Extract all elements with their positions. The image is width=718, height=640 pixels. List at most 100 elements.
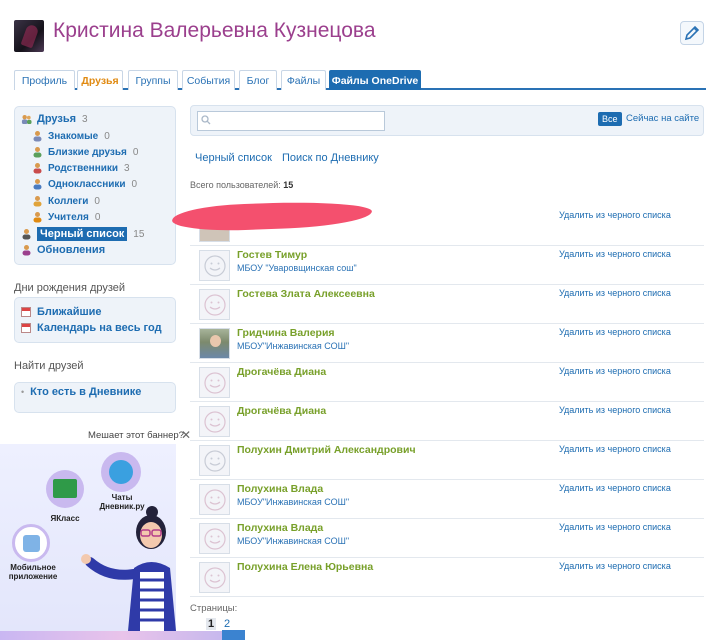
nav-colleagues[interactable]: Коллеги 0 (32, 195, 100, 207)
person-icon (22, 245, 31, 256)
search-bar: Все Сейчас на сайте (190, 105, 704, 136)
remove-from-blacklist-link[interactable]: Удалить из черного списка (559, 405, 671, 415)
remove-from-blacklist-link[interactable]: Удалить из черного списка (559, 522, 671, 532)
user-school[interactable]: МБОУ"Инжавинская СОШ" (237, 536, 349, 546)
user-avatar[interactable] (199, 289, 230, 320)
nav-friends[interactable]: Друзья 3 (21, 113, 88, 125)
table-row: Гостева Злата Алексеевна Удалить из черн… (190, 285, 704, 324)
table-row: Дрогачёва Диана Удалить из черного списк… (190, 402, 704, 441)
remove-from-blacklist-link[interactable]: Удалить из черного списка (559, 561, 671, 571)
default-avatar-icon (204, 255, 226, 277)
nav-label: Родственники (48, 162, 119, 174)
nav-updates[interactable]: Обновления (21, 244, 105, 256)
nav-label: Знакомые (48, 130, 99, 142)
birthdays-calendar[interactable]: Календарь на весь год (21, 322, 162, 334)
table-row: Полухин Дмитрий Александрович Удалить из… (190, 441, 704, 480)
table-row: Гридчина Валерия МБОУ"Инжавинская СОШ" У… (190, 324, 704, 363)
tab-groups[interactable]: Группы (128, 70, 178, 90)
default-avatar-icon (204, 411, 226, 433)
ad-banner[interactable]: ЯКласс Чаты Дневник.ру Мобильное приложе… (0, 444, 176, 631)
user-avatar[interactable] (199, 445, 230, 476)
tab-files[interactable]: Файлы (281, 70, 326, 90)
total-users: Всего пользователей: 15 (190, 180, 293, 190)
nav-acquaintances[interactable]: Знакомые 0 (32, 130, 110, 142)
remove-from-blacklist-link[interactable]: Удалить из черного списка (559, 288, 671, 298)
nav-label: Черный список (37, 227, 128, 241)
user-avatar[interactable] (199, 406, 230, 437)
default-avatar-icon (204, 567, 226, 589)
nav-label: Учителя (48, 211, 89, 223)
nav-count: 0 (132, 146, 139, 158)
profile-avatar[interactable] (14, 20, 44, 52)
tab-friends[interactable]: Друзья (77, 70, 123, 90)
mobile-app-icon[interactable] (12, 524, 50, 562)
page-1[interactable]: 1 (206, 618, 217, 630)
calendar-icon (21, 323, 31, 333)
user-name[interactable]: Дрогачёва Диана (237, 405, 326, 417)
profile-tabs: Профиль Друзья Группы События Блог Файлы… (14, 70, 706, 90)
tab-profile[interactable]: Профиль (14, 70, 75, 90)
nav-count: 0 (94, 195, 100, 207)
filter-online-link[interactable]: Сейчас на сайте (626, 113, 699, 124)
user-school[interactable]: МБОУ"Инжавинская СОШ" (237, 497, 349, 507)
user-avatar[interactable] (199, 328, 230, 359)
pencil-icon (684, 25, 700, 41)
user-name[interactable]: Полухина Елена Юрьевна (237, 561, 373, 573)
bottom-banner-strip (0, 631, 245, 640)
phone-icon (23, 535, 40, 552)
user-name[interactable]: Полухина Влада (237, 483, 323, 495)
remove-from-blacklist-link[interactable]: Удалить из черного списка (559, 210, 671, 220)
table-row: Гостев Тимур МБОУ "Уваровщинская сош" Уд… (190, 246, 704, 285)
birthdays-upcoming[interactable]: Ближайшие (21, 306, 102, 318)
find-friends-link[interactable]: • Кто есть в Дневнике (21, 386, 141, 398)
remove-from-blacklist-link[interactable]: Удалить из черного списка (559, 366, 671, 376)
user-name[interactable]: Гостева Злата Алексеевна (237, 288, 375, 300)
nav-label: Обновления (37, 244, 106, 256)
nav-count: 0 (131, 178, 138, 190)
user-name[interactable]: Гостев Тимур (237, 249, 307, 261)
user-avatar[interactable] (199, 367, 230, 398)
subtab-blacklist[interactable]: Черный список (195, 152, 272, 164)
pagination-label: Страницы: (190, 603, 238, 614)
remove-from-blacklist-link[interactable]: Удалить из черного списка (559, 483, 671, 493)
person-icon (33, 212, 42, 223)
nav-count: 15 (133, 228, 145, 240)
tab-events[interactable]: События (182, 70, 235, 90)
filter-all-button[interactable]: Все (598, 112, 622, 126)
edit-button[interactable] (680, 21, 704, 45)
total-value: 15 (283, 180, 294, 190)
nav-teachers[interactable]: Учителя 0 (32, 211, 100, 223)
user-avatar[interactable] (199, 250, 230, 281)
remove-from-blacklist-link[interactable]: Удалить из черного списка (559, 249, 671, 259)
user-name[interactable]: Гридчина Валерия (237, 327, 335, 339)
nav-classmates[interactable]: Одноклассники 0 (32, 178, 137, 190)
user-school[interactable]: МБОУ "Уваровщинская сош" (237, 263, 357, 273)
nav-count: 3 (124, 162, 130, 174)
search-input[interactable] (197, 111, 385, 131)
banner-question[interactable]: Мешает этот баннер? (88, 430, 184, 441)
user-name[interactable]: Дрогачёва Диана (237, 366, 326, 378)
nav-label: Близкие друзья (48, 146, 127, 158)
page-2[interactable]: 2 (224, 618, 230, 630)
nav-label: Коллеги (48, 195, 89, 207)
nav-blacklist[interactable]: Черный список 15 (21, 227, 144, 241)
user-school[interactable]: МБОУ"Инжавинская СОШ" (237, 341, 349, 351)
user-name[interactable]: Полухин Дмитрий Александрович (237, 444, 416, 456)
remove-from-blacklist-link[interactable]: Удалить из черного списка (559, 327, 671, 337)
table-row: Полухина Влада МБОУ"Инжавинская СОШ" Уда… (190, 519, 704, 558)
tab-onedrive[interactable]: Файлы OneDrive (329, 70, 421, 90)
nav-count: 0 (94, 211, 101, 223)
user-avatar[interactable] (199, 484, 230, 515)
tab-blog[interactable]: Блог (239, 70, 277, 90)
subtab-search-diary[interactable]: Поиск по Дневнику (282, 152, 379, 164)
person-icon (33, 179, 42, 190)
user-avatar[interactable] (199, 523, 230, 554)
birthdays-title: Дни рождения друзей (14, 282, 126, 294)
nav-close-friends[interactable]: Близкие друзья 0 (32, 146, 138, 158)
nav-relatives[interactable]: Родственники 3 (32, 162, 130, 174)
remove-from-blacklist-link[interactable]: Удалить из черного списка (559, 444, 671, 454)
user-name[interactable]: Полухина Влада (237, 522, 323, 534)
bullet-icon: • (21, 387, 25, 397)
user-avatar[interactable] (199, 562, 230, 593)
chats-app-icon[interactable] (101, 452, 141, 492)
